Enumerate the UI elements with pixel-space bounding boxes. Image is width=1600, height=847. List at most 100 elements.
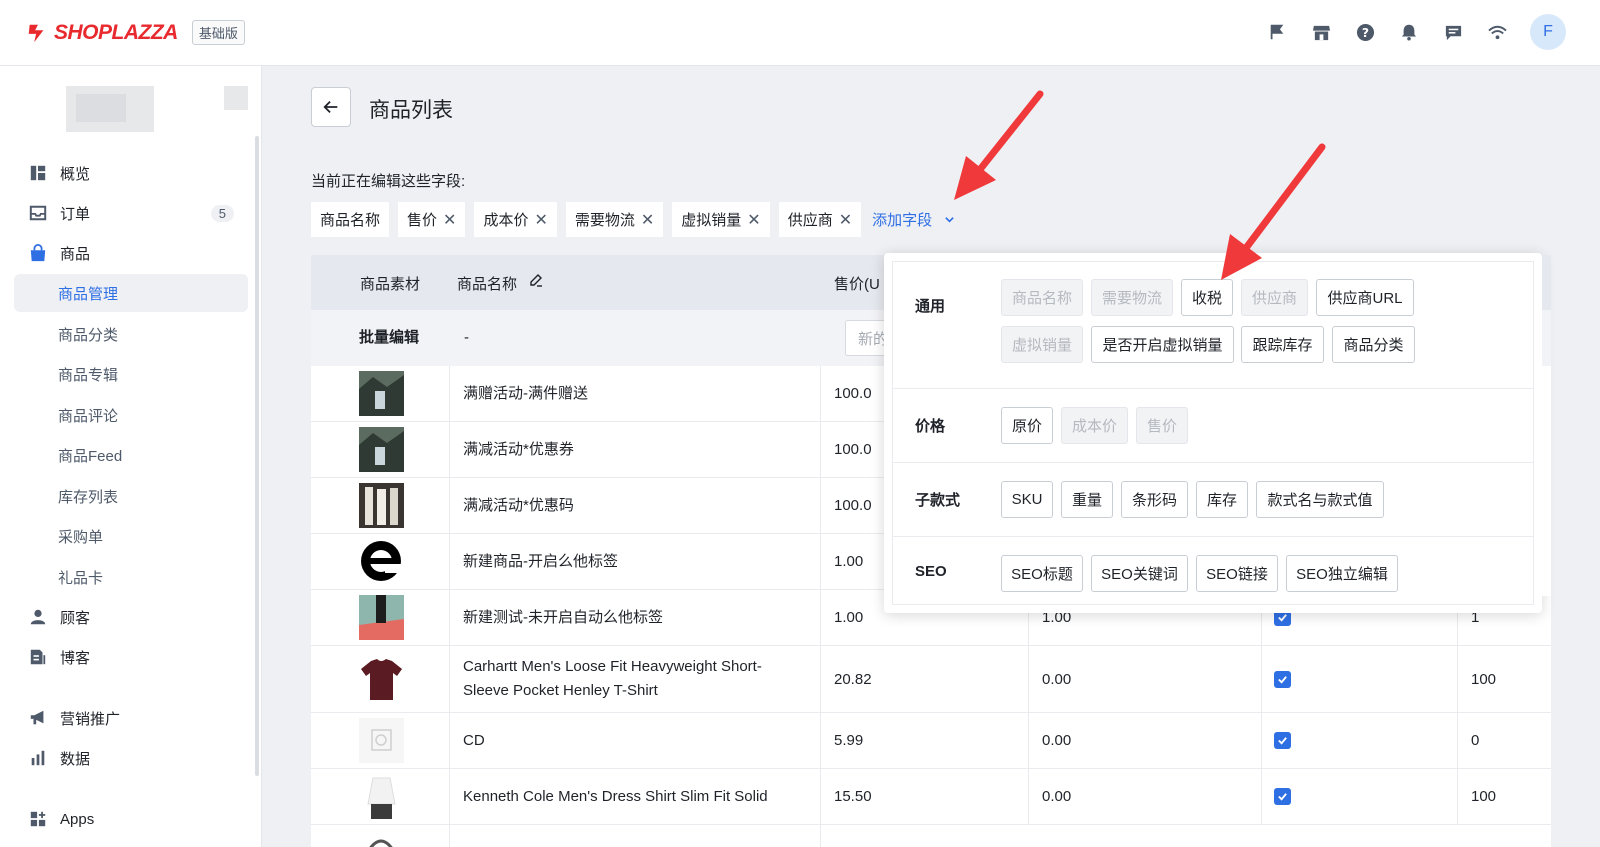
sidebar-item-analytics[interactable]: 数据 [14, 739, 248, 777]
add-field-button[interactable]: 添加字段 [872, 209, 955, 230]
sidebar-item-label: 商品 [60, 245, 91, 263]
product-price[interactable]: 1.00 [834, 606, 863, 630]
product-price[interactable]: 100.0 [834, 438, 872, 462]
chip-label: 商品名称 [320, 212, 381, 229]
sidebar-item-blog[interactable]: 博客 [14, 638, 248, 676]
field-group-general: 通用 商品名称 需要物流 收税 供应商 供应商URL 虚拟销量 是否开启虚拟销量… [893, 262, 1533, 389]
option-barcode[interactable]: 条形码 [1121, 481, 1188, 518]
sidebar-item-products[interactable]: 商品 [14, 234, 248, 272]
user-avatar[interactable]: F [1530, 14, 1566, 50]
message-icon[interactable] [1442, 21, 1464, 43]
product-name: 新建测试-未开启自动么他标签 [463, 609, 663, 626]
requires-shipping-checkbox[interactable] [1274, 732, 1291, 749]
option-product-name[interactable]: 商品名称 [1001, 279, 1083, 316]
option-seo-keywords[interactable]: SEO关键词 [1091, 555, 1188, 592]
close-icon[interactable]: ✕ [443, 210, 456, 230]
batch-edit-label: 批量编辑 [359, 329, 420, 346]
option-track-inventory[interactable]: 跟踪库存 [1241, 326, 1324, 363]
column-header-material: 商品素材 [360, 276, 421, 293]
sidebar-subitem-product-categories[interactable]: 商品分类 [14, 315, 248, 353]
option-sku[interactable]: SKU [1001, 481, 1053, 518]
option-charge-tax[interactable]: 收税 [1181, 279, 1233, 316]
sidebar-item-marketing[interactable]: 营销推广 [14, 699, 248, 737]
add-field-popover: 通用 商品名称 需要物流 收税 供应商 供应商URL 虚拟销量 是否开启虚拟销量… [884, 253, 1542, 613]
option-seo-independent-edit[interactable]: SEO独立编辑 [1286, 555, 1398, 592]
orders-count-badge: 5 [210, 204, 234, 222]
red-arrow-add-field [954, 90, 1044, 200]
option-weight[interactable]: 重量 [1061, 481, 1113, 518]
field-chip-price: 售价 ✕ [398, 202, 466, 237]
option-seo-title[interactable]: SEO标题 [1001, 555, 1083, 592]
option-price[interactable]: 售价 [1136, 407, 1188, 444]
sidebar-subitem-product-feed[interactable]: 商品Feed [14, 436, 248, 474]
option-inventory[interactable]: 库存 [1196, 481, 1248, 518]
wifi-icon[interactable] [1486, 21, 1508, 43]
selected-field-chips: 商品名称 售价 ✕ 成本价 ✕ 需要物流 ✕ 虚拟销量 ✕ 供应商 ✕ 添加字段 [311, 202, 955, 237]
bell-icon[interactable] [1398, 21, 1420, 43]
group-label: SEO [915, 563, 947, 580]
product-cost[interactable]: 0.00 [1042, 785, 1071, 809]
virtual-sales-value[interactable]: 100 [1471, 668, 1496, 692]
virtual-sales-value[interactable]: 0 [1471, 729, 1479, 753]
product-name: 满赠活动-满件赠送 [463, 385, 588, 402]
sidebar-subitem-purchase-orders[interactable]: 采购单 [14, 517, 248, 555]
sidebar-subitem-product-management[interactable]: 商品管理 [14, 274, 248, 312]
product-cost[interactable]: 0.00 [1042, 729, 1071, 753]
table-row[interactable]: Kenneth Cole Men's Dress Shirt Slim Fit … [311, 769, 1551, 825]
product-thumbnail [359, 718, 404, 763]
field-chip-requires-shipping: 需要物流 ✕ [565, 202, 664, 237]
close-icon[interactable]: ✕ [641, 210, 654, 230]
back-button[interactable] [311, 87, 351, 127]
sidebar-scrollbar[interactable] [255, 136, 259, 776]
sidebar-item-apps[interactable]: Apps [14, 800, 248, 838]
product-cost[interactable]: 0.00 [1042, 668, 1071, 692]
sidebar-item-orders[interactable]: 订单 5 [14, 194, 248, 232]
product-price[interactable]: 100.0 [834, 494, 872, 518]
virtual-sales-value[interactable]: 100 [1471, 785, 1496, 809]
close-icon[interactable]: ✕ [747, 210, 760, 230]
table-row[interactable] [311, 825, 1551, 847]
option-requires-shipping[interactable]: 需要物流 [1091, 279, 1173, 316]
blog-icon [28, 647, 48, 667]
option-variant-name-value[interactable]: 款式名与款式值 [1256, 481, 1384, 518]
sidebar-item-customers[interactable]: 顾客 [14, 598, 248, 636]
store-switcher[interactable] [16, 86, 248, 138]
sidebar-subitem-product-reviews[interactable]: 商品评论 [14, 396, 248, 434]
option-product-category[interactable]: 商品分类 [1332, 326, 1415, 363]
chevron-down-icon [945, 217, 954, 223]
option-compare-at-price[interactable]: 原价 [1001, 407, 1053, 444]
close-icon[interactable]: ✕ [534, 210, 547, 230]
option-cost-price[interactable]: 成本价 [1061, 407, 1128, 444]
sidebar-subitem-gift-cards[interactable]: 礼品卡 [14, 558, 248, 596]
store-icon[interactable] [1310, 21, 1332, 43]
sidebar-item-overview[interactable]: 概览 [14, 154, 248, 192]
shopping-bag-icon [28, 243, 48, 263]
field-chip-virtual-sales: 虚拟销量 ✕ [672, 202, 770, 237]
chip-label: 售价 [407, 212, 438, 229]
product-price[interactable]: 1.00 [834, 550, 863, 574]
product-price[interactable]: 100.0 [834, 382, 872, 406]
requires-shipping-checkbox[interactable] [1274, 788, 1291, 805]
option-enable-virtual-sales[interactable]: 是否开启虚拟销量 [1091, 326, 1234, 363]
requires-shipping-checkbox[interactable] [1274, 671, 1291, 688]
logo-text: SHOPLAZZA [54, 20, 178, 44]
edit-pencil-icon[interactable] [528, 272, 544, 292]
table-row[interactable]: CD 5.99 0.00 0 [311, 713, 1551, 769]
sidebar-subitem-product-collections[interactable]: 商品专辑 [14, 355, 248, 393]
option-virtual-sales[interactable]: 虚拟销量 [1001, 326, 1083, 363]
column-header-name: 商品名称 [457, 276, 518, 293]
option-vendor[interactable]: 供应商 [1241, 279, 1308, 316]
sidebar-item-label: 订单 [60, 205, 91, 223]
option-seo-url[interactable]: SEO链接 [1196, 555, 1278, 592]
sidebar-subitem-inventory[interactable]: 库存列表 [14, 477, 248, 515]
product-price[interactable]: 15.50 [834, 785, 872, 809]
table-row[interactable]: Carhartt Men's Loose Fit Heavyweight Sho… [311, 646, 1551, 713]
product-price[interactable]: 20.82 [834, 668, 872, 692]
option-vendor-url[interactable]: 供应商URL [1316, 279, 1414, 316]
shoplazza-logo[interactable]: SHOPLAZZA [26, 21, 178, 45]
help-icon[interactable]: ? [1354, 21, 1376, 43]
close-icon[interactable]: ✕ [839, 210, 852, 230]
flag-icon[interactable] [1266, 21, 1288, 43]
product-price[interactable]: 5.99 [834, 729, 863, 753]
group-label: 通用 [915, 298, 946, 315]
